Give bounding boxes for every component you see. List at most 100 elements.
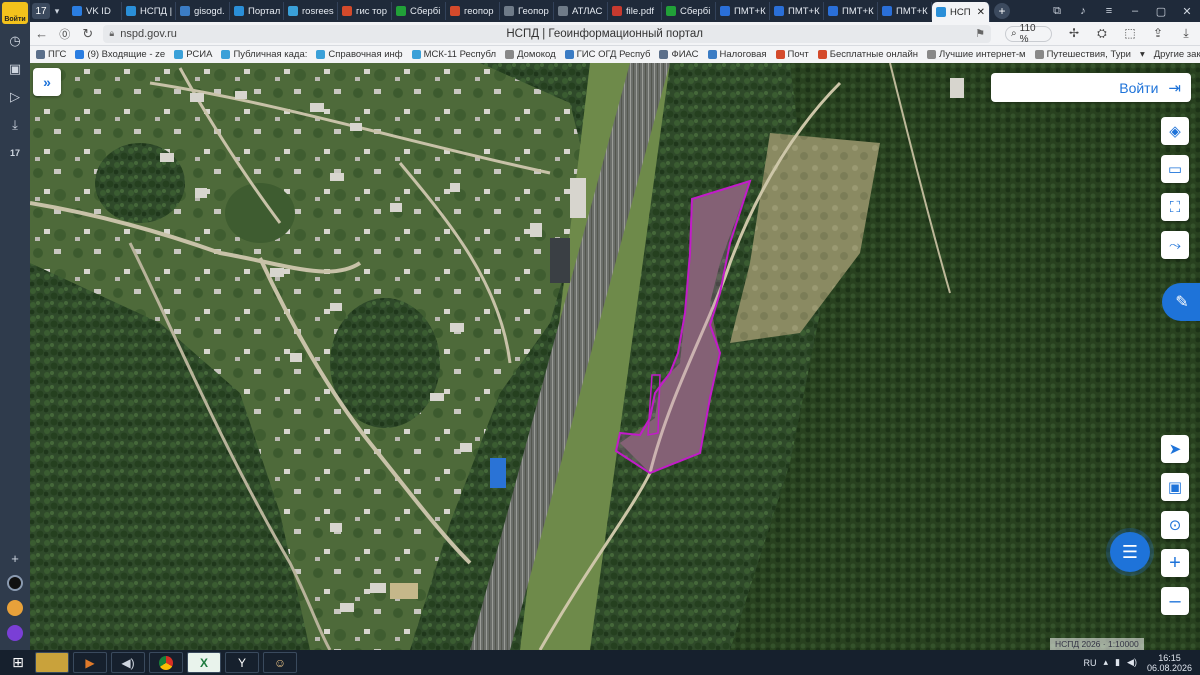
bookmark-4[interactable]: Справочная инф [316,49,403,60]
tab-close-icon[interactable]: ✕ [977,7,985,18]
tab-10[interactable]: file.pdf [608,2,662,20]
play-icon[interactable]: ▷ [4,86,26,108]
tab-favicon-icon [234,6,244,16]
tab-1[interactable]: НСПД | [122,2,176,20]
tab-4[interactable]: rosrees [284,2,338,20]
tab-active-nspd[interactable]: НСП ✕ [932,2,990,22]
location-pin-icon[interactable]: ⊙ [1161,511,1189,539]
tab-2[interactable]: gisogd. [176,2,230,20]
new-tab-button[interactable]: + [993,3,1010,19]
collections-icon[interactable]: ▣ [4,58,26,80]
chat-bubble-button[interactable]: ☰ [1110,532,1150,572]
zoom-indicator[interactable]: ⌕ 110 % [1005,23,1052,45]
bookmark-6[interactable]: Домокод [505,49,556,60]
excel-icon[interactable]: X [187,652,221,673]
tab-15[interactable]: ПМТ+К [878,2,932,20]
bookmark-favicon-icon [75,50,85,59]
qr-scan-icon[interactable]: ⛶ [1161,193,1189,221]
bookmark-10[interactable]: Почт [775,49,809,60]
calendar-icon[interactable]: 17 [4,142,26,164]
translate-icon[interactable]: ⛭ [1088,26,1116,41]
fullscreen-icon[interactable]: ▣ [1161,473,1189,501]
add-panel-icon[interactable]: + [4,547,26,569]
tab-7[interactable]: геопор [446,2,500,20]
tray-expand-icon[interactable]: ▴ [1104,657,1109,668]
zoom-in-button[interactable]: + [1161,549,1189,577]
bookmark-13[interactable]: Путешествия, Тури [1034,49,1131,60]
windows-start-icon[interactable]: ⊞ [5,653,31,673]
tab-counter[interactable]: 17 [32,3,50,19]
satellite-map[interactable]: » Войти ⇥ ◈ ▭ ⛶ ⤳ ✎ ➤ ▣ ⊙ ☰ + – НСПД 202… [30,63,1200,650]
tabs-list: VK ID НСПД | gisogd. Портал rosrees гис тор Сб… [68,2,932,20]
back-button[interactable]: ← [30,26,53,41]
tab-11[interactable]: Сбербі [662,2,716,20]
tab-strip: 17 ▾ VK ID НСПД | gisogd. Портал rosrees гис … [30,0,1200,22]
bookmark-2[interactable]: РСИА [174,49,212,60]
system-clock[interactable]: 16:15 06.08.2026 [1147,653,1192,673]
geolocation-icon[interactable]: ➤ [1161,435,1189,463]
sidebar-login-button[interactable]: Войти [2,2,28,24]
tab-8[interactable]: Геопор [500,2,554,20]
bookmark-flag-icon[interactable]: ⚑ [975,27,985,40]
url-field[interactable]: 🔒︎ nspd.gov.ru НСПД | Геоинформационный … [103,24,992,43]
bookmark-9[interactable]: Налоговая [707,49,767,60]
map-imagery[interactable] [30,63,1200,650]
zoom-out-button[interactable]: – [1161,587,1189,615]
media-player-icon[interactable]: ▶ [73,652,107,673]
tab-0[interactable]: VK ID [68,2,122,20]
puzzle-icon[interactable]: ⬚ [1116,26,1144,41]
bookmark-12[interactable]: Лучшие интернет-м [927,49,1026,60]
extension-icon[interactable]: ✢ [1060,26,1088,41]
bookmark-11[interactable]: Бесплатные онлайн [817,49,918,60]
network-icon[interactable]: ▮ [1115,657,1120,668]
chrome-icon[interactable] [149,652,183,673]
layers-icon[interactable]: ◈ [1161,117,1189,145]
tab-6[interactable]: Сбербі [392,2,446,20]
downloads-icon[interactable]: ⤓ [4,114,26,136]
download-icon[interactable]: ⤓ [1172,26,1200,41]
tab-13[interactable]: ПМТ+К [770,2,824,20]
share-icon[interactable]: ⤳ [1161,231,1189,259]
lock-icon: 🔒︎ [109,28,115,38]
bookmark-3[interactable]: Публичная када: [221,49,307,60]
maximize-icon[interactable]: ▢ [1148,5,1174,18]
minimize-icon[interactable]: – [1122,5,1148,17]
yandex-browser-icon[interactable]: Y [225,652,259,673]
assistant-icon[interactable] [7,575,23,591]
explorer-icon[interactable] [35,652,69,673]
tab-9[interactable]: АТЛАС [554,2,608,20]
bookmark-5[interactable]: МСК-11 Республ [411,49,496,60]
language-indicator[interactable]: RU [1084,658,1097,668]
tab-favicon-icon [558,6,568,16]
user-app-icon[interactable]: ☺ [263,652,297,673]
sound-icon[interactable]: ◀) [111,652,145,673]
tab-3[interactable]: Портал [230,2,284,20]
close-window-icon[interactable]: ✕ [1174,5,1200,18]
reload-button[interactable]: ↻ [76,26,99,42]
window-pin-icon[interactable]: ⧉ [1044,5,1070,18]
history-icon[interactable]: ◷ [4,30,26,52]
weather-icon[interactable] [7,600,23,616]
volume-icon[interactable]: ◀) [1127,657,1137,668]
other-bookmarks[interactable]: Другие закладки [1154,49,1200,60]
expand-panel-button[interactable]: » [33,68,61,96]
bookmark-7[interactable]: ГИС ОГД Респуб [564,49,650,60]
bookmark-favicon-icon [411,50,421,59]
bookmarks-more-chevron-icon[interactable]: ▾ [1140,49,1145,60]
share-icon[interactable]: ⇪ [1144,26,1172,41]
bookmark-8[interactable]: ФИАС [659,49,699,60]
bookmark-1[interactable]: (9) Входящие - ze [75,49,165,60]
tab-5[interactable]: гис тор [338,2,392,20]
tab-14[interactable]: ПМТ+К [824,2,878,20]
tab-favicon-icon [774,6,784,16]
tab-menu-chevron-icon[interactable]: ▾ [50,6,64,17]
menu-icon[interactable]: ≡ [1096,5,1122,17]
tab-12[interactable]: ПМТ+К [716,2,770,20]
feedback-tab-button[interactable]: ✎ [1162,283,1200,321]
protect-icon[interactable]: ⓪ [53,26,76,42]
ruler-icon[interactable]: ▭ [1161,155,1189,183]
bookmark-0[interactable]: ПГС [36,49,66,60]
alice-icon[interactable] [7,625,23,641]
map-login-button[interactable]: Войти ⇥ [991,73,1191,102]
notifications-bell-icon[interactable]: ♪ [1070,5,1096,17]
